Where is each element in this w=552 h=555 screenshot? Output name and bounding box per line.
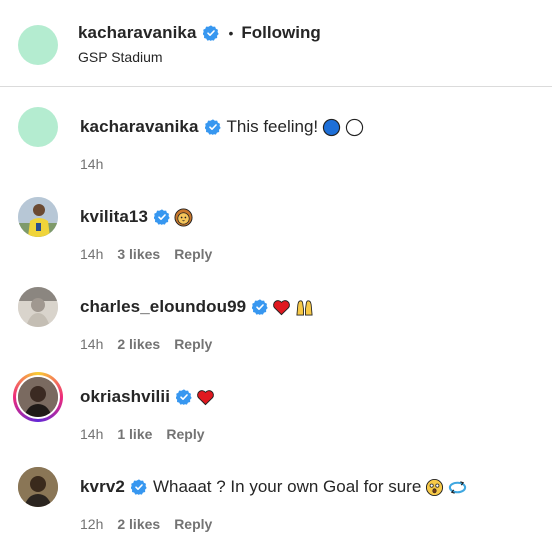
comment-line: charles_eloundou99 [80,296,314,318]
red-heart-emoji [197,389,214,405]
comment-item: kacharavanika This feeling! 14h [0,87,552,177]
verified-badge-icon [130,479,147,495]
blue-circle-emoji [323,118,341,136]
avatar-photo [18,467,58,507]
lion-face-emoji [174,207,193,227]
avatar-photo [18,197,58,237]
comment-text: Whaaat ? In your own Goal for sure [152,477,422,496]
commenter-avatar[interactable] [18,107,58,147]
following-button[interactable]: Following [241,23,320,43]
author-username[interactable]: kacharavanika [78,23,197,43]
story-ring[interactable] [13,372,63,422]
reply-button[interactable]: Reply [166,426,204,442]
like-count[interactable]: 2 likes [117,516,160,532]
comment-meta: 14h 3 likes Reply [80,246,212,262]
comment-text: This feeling! [226,117,319,136]
comment-line: okriashvilii [80,386,215,408]
avatar-photo [18,287,58,327]
raising-hands-emoji [296,299,313,316]
comment-meta: 14h 2 likes Reply [80,336,212,352]
comment-item: charles_eloundou99 14h 2 likes Reply [0,267,552,357]
reply-button[interactable]: Reply [174,246,212,262]
comment-item: kvrv2 Whaaat ? In your own Goal for sure… [0,447,552,537]
red-heart-emoji [273,299,291,315]
commenter-avatar[interactable] [18,467,58,507]
reply-button[interactable]: Reply [174,516,212,532]
location-link[interactable]: GSP Stadium [78,49,163,65]
comment-time[interactable]: 14h [80,156,103,172]
verified-badge-icon [252,299,268,315]
verified-badge-icon [154,209,170,225]
avatar-photo [18,377,58,417]
like-count[interactable]: 1 like [117,426,152,442]
like-count[interactable]: 2 likes [117,336,160,352]
like-count[interactable]: 3 likes [117,246,160,262]
verified-badge-icon [204,119,221,135]
comment-time[interactable]: 14h [80,426,103,442]
comment-line: kvilita13 [80,206,193,228]
comment-meta: 12h 2 likes Reply [80,516,212,532]
repeat-arrows-emoji [449,480,467,494]
white-circle-emoji [346,118,364,136]
comment-time[interactable]: 14h [80,336,103,352]
author-line: kacharavanika • Following [78,22,321,44]
comment-item: okriashvilii 14h 1 like Reply [0,357,552,447]
verified-badge-icon [176,389,192,405]
verified-badge-icon [202,25,219,41]
comment-line: kacharavanika This feeling! [80,116,364,138]
commenter-username[interactable]: kvilita13 [80,207,148,227]
astonished-face-emoji [426,478,444,496]
post-header: kacharavanika • Following GSP Stadium [0,0,552,87]
reply-button[interactable]: Reply [174,336,212,352]
comment-meta: 14h 1 like Reply [80,426,205,442]
comment-item: kvilita13 14h 3 likes Reply [0,177,552,267]
author-avatar[interactable] [18,25,58,65]
commenter-username[interactable]: okriashvilii [80,387,170,407]
commenter-avatar[interactable] [18,377,58,417]
comment-time[interactable]: 12h [80,516,103,532]
separator-dot: • [228,25,234,41]
comment-line: kvrv2 Whaaat ? In your own Goal for sure [80,476,467,498]
commenter-avatar[interactable] [18,287,58,327]
comment-time[interactable]: 14h [80,246,103,262]
commenter-avatar[interactable] [18,197,58,237]
commenter-username[interactable]: kacharavanika [80,117,199,137]
commenter-username[interactable]: charles_eloundou99 [80,297,246,317]
commenter-username[interactable]: kvrv2 [80,477,125,497]
comment-meta: 14h [80,156,103,172]
